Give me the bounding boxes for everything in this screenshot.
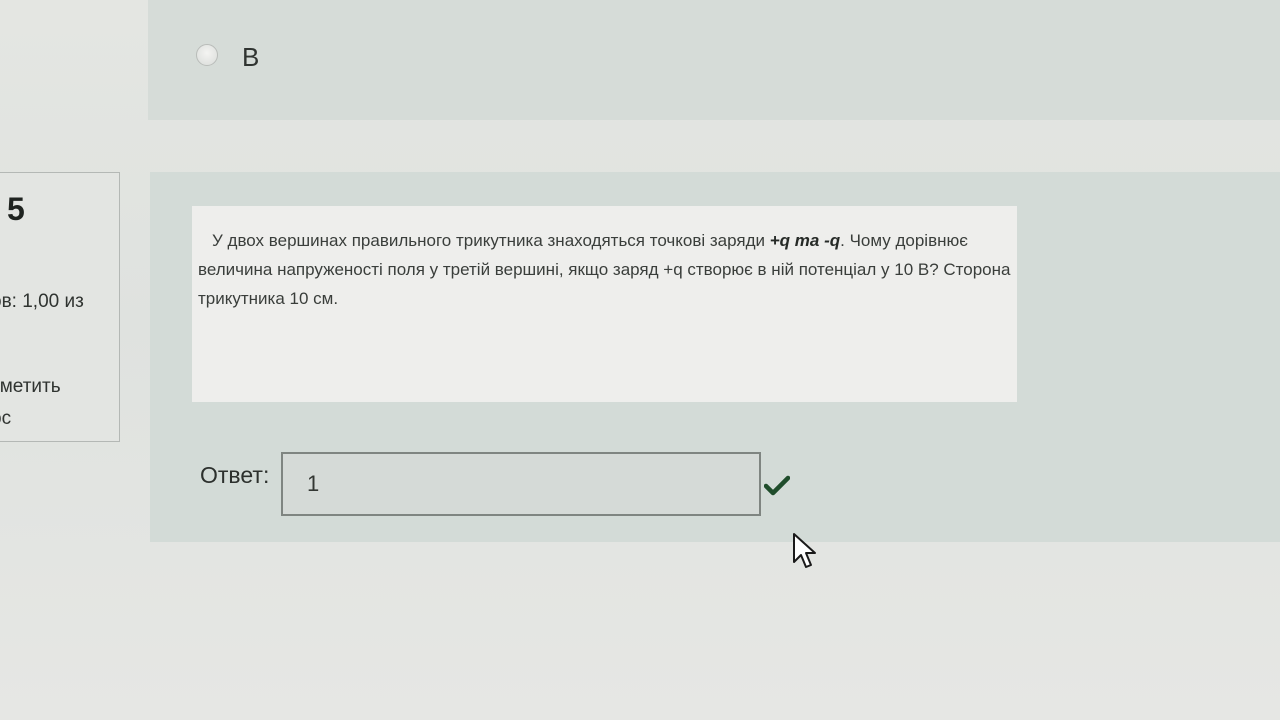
mouse-cursor-icon <box>793 533 816 568</box>
answer-option-label: B <box>242 42 260 72</box>
checkmark-icon <box>764 475 790 496</box>
previous-answer-block <box>148 0 1280 120</box>
flag-question-line2: ос <box>0 408 12 429</box>
question-text-part1: У двох вершинах правильного трикутника з… <box>212 231 770 250</box>
question-charges: +q та -q <box>769 231 841 250</box>
flag-question-line1: тметить <box>0 376 61 397</box>
question-score: ов: 1,00 из <box>0 291 84 312</box>
question-text: У двох вершинах правильного трикутника з… <box>198 226 1018 313</box>
question-number: 5 <box>7 191 25 227</box>
answer-option-radio[interactable] <box>196 44 218 66</box>
answer-label: Ответ: <box>200 462 270 488</box>
flag-question-link[interactable]: тметить ос <box>0 371 61 435</box>
question-info-box: с 5 ов: 1,00 из тметить ос <box>0 172 120 442</box>
answer-input[interactable] <box>281 452 761 516</box>
